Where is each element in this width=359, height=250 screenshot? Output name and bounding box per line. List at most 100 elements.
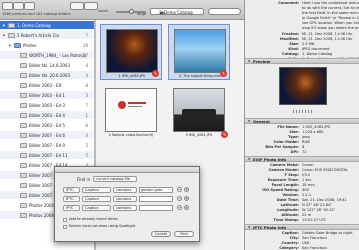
disclosure-triangle-icon[interactable]: ▼ bbox=[248, 225, 250, 230]
document-icon bbox=[20, 212, 27, 218]
preview-section-header[interactable]: ▼ Preview bbox=[245, 58, 359, 64]
iptc-section-header[interactable]: ▼ IPTC Photo Info bbox=[245, 224, 359, 230]
sidebar-item[interactable]: ▶ 1. Demo Catalog bbox=[0, 21, 94, 29]
criteria-operator-select[interactable]: contains bbox=[113, 205, 137, 211]
view-grid-button[interactable] bbox=[13, 2, 24, 10]
info-value: the text field. In the same menu, use th… bbox=[302, 11, 359, 15]
criteria-value-field[interactable] bbox=[139, 205, 173, 211]
info-key: ISO Speed Rating: bbox=[262, 188, 299, 192]
criteria-subfield-select[interactable]: Caption bbox=[82, 196, 111, 202]
criteria-value-field[interactable] bbox=[139, 196, 173, 202]
thumbnail-cell[interactable]: ✎ 1 IMG_4083.JPG bbox=[100, 24, 162, 80]
info-key: File Name: bbox=[277, 125, 299, 129]
info-key: Focal Length: bbox=[271, 183, 299, 187]
exif-section-header[interactable]: ▼ EXIF Photo Info bbox=[245, 156, 359, 162]
add-criteria-icon[interactable]: + bbox=[184, 205, 189, 210]
info-button[interactable] bbox=[84, 2, 98, 10]
disclosure-triangle-icon[interactable]: ▼ bbox=[248, 119, 250, 124]
preview-pager[interactable] bbox=[293, 110, 313, 113]
thumbnail-cell[interactable]: ✎ 5 IMG_4061.JPG bbox=[168, 84, 230, 140]
add-found-checkbox[interactable] bbox=[63, 218, 67, 222]
sidebar-item[interactable]: Bilder 2007 - Ed 6 4 bbox=[0, 131, 94, 139]
thumbnail-caption: 5 IMG_4061.JPG bbox=[185, 133, 213, 137]
find-button[interactable]: Find bbox=[174, 231, 194, 237]
sidebar-item-count: 4 bbox=[85, 132, 88, 138]
thumbnail-caption: 4 Sample video.SunIcon(f) bbox=[108, 133, 154, 137]
section-title: Preview bbox=[253, 59, 271, 64]
info-value: USA bbox=[302, 241, 310, 245]
add-criteria-icon[interactable]: + bbox=[184, 196, 189, 201]
info-value: 72 bbox=[302, 150, 307, 154]
bridge-night-photo bbox=[106, 29, 158, 73]
criteria-field-select[interactable]: IPTC bbox=[63, 196, 80, 202]
sidebar-item[interactable]: Bilder 2003 - Ed 5 6 bbox=[0, 121, 94, 129]
sidebar-item[interactable]: Bilder tbl. 20.6.2003 3 bbox=[0, 71, 94, 79]
sidebar-item-label: Bilder tbl. 14.6.2003 bbox=[29, 62, 71, 68]
criteria-value-field[interactable]: golden gate bbox=[139, 187, 173, 193]
remove-criteria-icon[interactable]: − bbox=[177, 196, 182, 201]
document-icon bbox=[20, 202, 27, 208]
sidebar-item-count: 10 bbox=[82, 42, 88, 48]
sidebar-item[interactable]: Bilder 2007 - Ed 9 2 bbox=[0, 141, 94, 149]
info-value: 2.5 MB bbox=[302, 42, 315, 46]
info-row: DPI: 72 bbox=[245, 150, 359, 155]
logical-thing-thumbnail bbox=[174, 29, 226, 73]
info-key: Comment: bbox=[278, 1, 299, 5]
catalog-popup[interactable]: ◀▶ 1. Demo Catalog bbox=[150, 8, 204, 15]
info-value: 400 bbox=[302, 188, 309, 192]
sidebar-item-label: Bilder 2007 - Ed 6 bbox=[29, 132, 65, 138]
view-cover-button[interactable] bbox=[24, 2, 35, 10]
sidebar-item-label: 1. Demo Catalog bbox=[17, 22, 51, 28]
thumbnail-cell[interactable]: 4 Sample video.SunIcon(f) bbox=[100, 84, 162, 140]
info-value: 1 IMG_4083.JPG bbox=[302, 125, 331, 129]
find-in-label: Find in bbox=[77, 177, 91, 182]
sidebar-item[interactable]: Bilder 2003 - ER 8 bbox=[0, 81, 94, 89]
cancel-button[interactable]: Cancel bbox=[151, 231, 171, 237]
remove-criteria-icon[interactable]: − bbox=[177, 205, 182, 210]
sidebar-item[interactable]: Bilder 2003 - Ed 1 3 bbox=[0, 91, 94, 99]
thumbnail-cell[interactable]: ✎ 2. The Logical thing.m4v bbox=[168, 24, 230, 80]
info-value: 8 bbox=[302, 145, 305, 149]
info-row: Time Stamp: 13:01:27 UTC bbox=[245, 218, 359, 223]
sidebar-item[interactable]: ▶ Photos 10 bbox=[0, 41, 94, 49]
dialog-titlebar bbox=[55, 167, 199, 173]
view-list-button[interactable] bbox=[2, 2, 13, 10]
info-value: JPEG document bbox=[302, 47, 330, 51]
sidebar-item[interactable]: Bilder 2003 - Ed 4 1 bbox=[0, 111, 94, 119]
document-icon bbox=[20, 52, 27, 58]
search-input[interactable] bbox=[208, 8, 241, 15]
disclosure-triangle-icon[interactable]: ▼ bbox=[248, 157, 250, 162]
action-button[interactable] bbox=[70, 2, 84, 10]
criteria-field-select[interactable]: IPTC bbox=[63, 205, 80, 211]
criteria-subfield-select[interactable]: Caption bbox=[82, 187, 111, 193]
sidebar-item[interactable]: ▶ 2 Robert's Article Cla 7 bbox=[0, 31, 94, 39]
criteria-operator-select[interactable]: contains bbox=[113, 196, 137, 202]
info-key: Camera Make: bbox=[270, 163, 299, 167]
slider-knob[interactable] bbox=[129, 9, 134, 14]
sidebar-item[interactable]: Bilder 2003 - Ed 3 7 bbox=[0, 101, 94, 109]
info-key: Type: bbox=[288, 135, 299, 139]
catalog-icon bbox=[8, 32, 15, 38]
criteria-operator-select[interactable]: contains bbox=[113, 187, 137, 193]
info-value: Here I use the contextual menu so you se… bbox=[302, 1, 359, 5]
disclosure-triangle-icon[interactable]: ▶ bbox=[3, 33, 5, 37]
info-panel: Comment:Here I use the contextual menu s… bbox=[244, 0, 359, 250]
spotlight-checkbox[interactable] bbox=[63, 225, 67, 229]
sidebar-item[interactable]: Bilder tbl. 14.6.2003 4 bbox=[0, 61, 94, 69]
remove-criteria-icon[interactable]: − bbox=[177, 187, 182, 192]
sidebar-item[interactable]: WORTH_1984_ - Los Patro(a) 17 bbox=[0, 51, 94, 59]
add-criteria-icon[interactable]: + bbox=[184, 187, 189, 192]
disclosure-triangle-icon[interactable]: ▶ bbox=[3, 23, 5, 27]
info-key: Date Time: bbox=[276, 198, 299, 202]
info-key: Category: bbox=[279, 246, 299, 250]
disclosure-triangle-icon[interactable]: ▼ bbox=[248, 59, 250, 64]
criteria-subfield-select[interactable]: Caption bbox=[82, 205, 111, 211]
disclosure-triangle-icon[interactable]: ▶ bbox=[9, 43, 11, 47]
general-section-header[interactable]: ▼ General bbox=[245, 118, 359, 124]
info-key: Camera Model: bbox=[268, 168, 299, 172]
find-in-select[interactable]: current catalog file bbox=[93, 176, 137, 182]
criteria-field-select[interactable]: IPTC bbox=[63, 187, 80, 193]
sidebar-item[interactable]: Bilder 2007 - Ed 11 5 bbox=[0, 151, 94, 159]
info-key: Size: bbox=[289, 42, 299, 46]
info-key: Time Stamp: bbox=[273, 218, 299, 222]
